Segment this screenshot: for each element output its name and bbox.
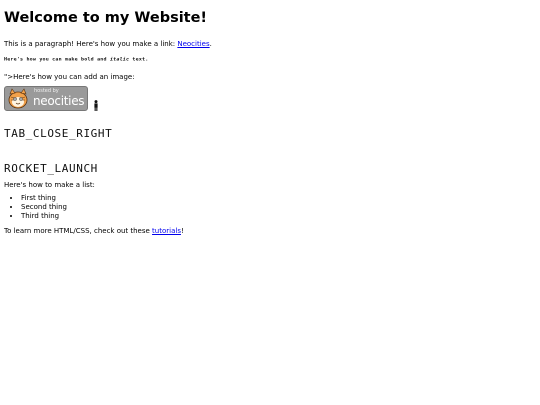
page: Welcome to my Website! This is a paragra… — [0, 0, 540, 405]
list-item: Third thing — [21, 212, 536, 221]
bold-word: bold — [81, 56, 94, 63]
list-item: Second thing — [21, 203, 536, 212]
page-title: Welcome to my Website! — [4, 10, 208, 26]
list-intro-text: Here's how to make a list: — [4, 181, 95, 189]
badge-brand-text: neocities — [33, 94, 85, 108]
outro-suffix: ! — [180, 227, 184, 235]
intro-text: This is a paragraph! Here's how you make… — [4, 40, 178, 48]
rocket-launch-icon: ROCKET_LAUNCH — [4, 162, 98, 175]
hosted-by-neocities-badge: hosted by neocities — [4, 86, 88, 111]
image-row: hosted by neocities — [4, 86, 536, 111]
things-list: First thing Second thing Third thing — [4, 194, 536, 221]
formatting-paragraph: Here's how you can make bold and italic … — [4, 56, 536, 64]
neocities-link[interactable]: Neocities — [177, 40, 209, 48]
list-item: First thing — [21, 194, 536, 203]
intro-suffix: . — [209, 40, 212, 48]
intro-paragraph: This is a paragraph! Here's how you make… — [4, 40, 536, 49]
tab-close-right-icon: TAB_CLOSE_RIGHT — [4, 127, 113, 140]
neocities-cat-icon — [8, 88, 28, 109]
person-icon — [94, 100, 98, 111]
italic-word: italic — [109, 56, 130, 63]
image-intro-text: ">Here's how you can add an image: — [4, 73, 135, 81]
formatting-suffix: text. — [129, 56, 149, 63]
formatting-prefix: Here's how you can make — [4, 56, 82, 63]
outro-paragraph: To learn more HTML/CSS, check out these … — [4, 227, 536, 236]
tutorials-link[interactable]: tutorials — [152, 227, 181, 235]
formatting-middle: and — [93, 56, 110, 63]
outro-text: To learn more HTML/CSS, check out these — [4, 227, 153, 235]
